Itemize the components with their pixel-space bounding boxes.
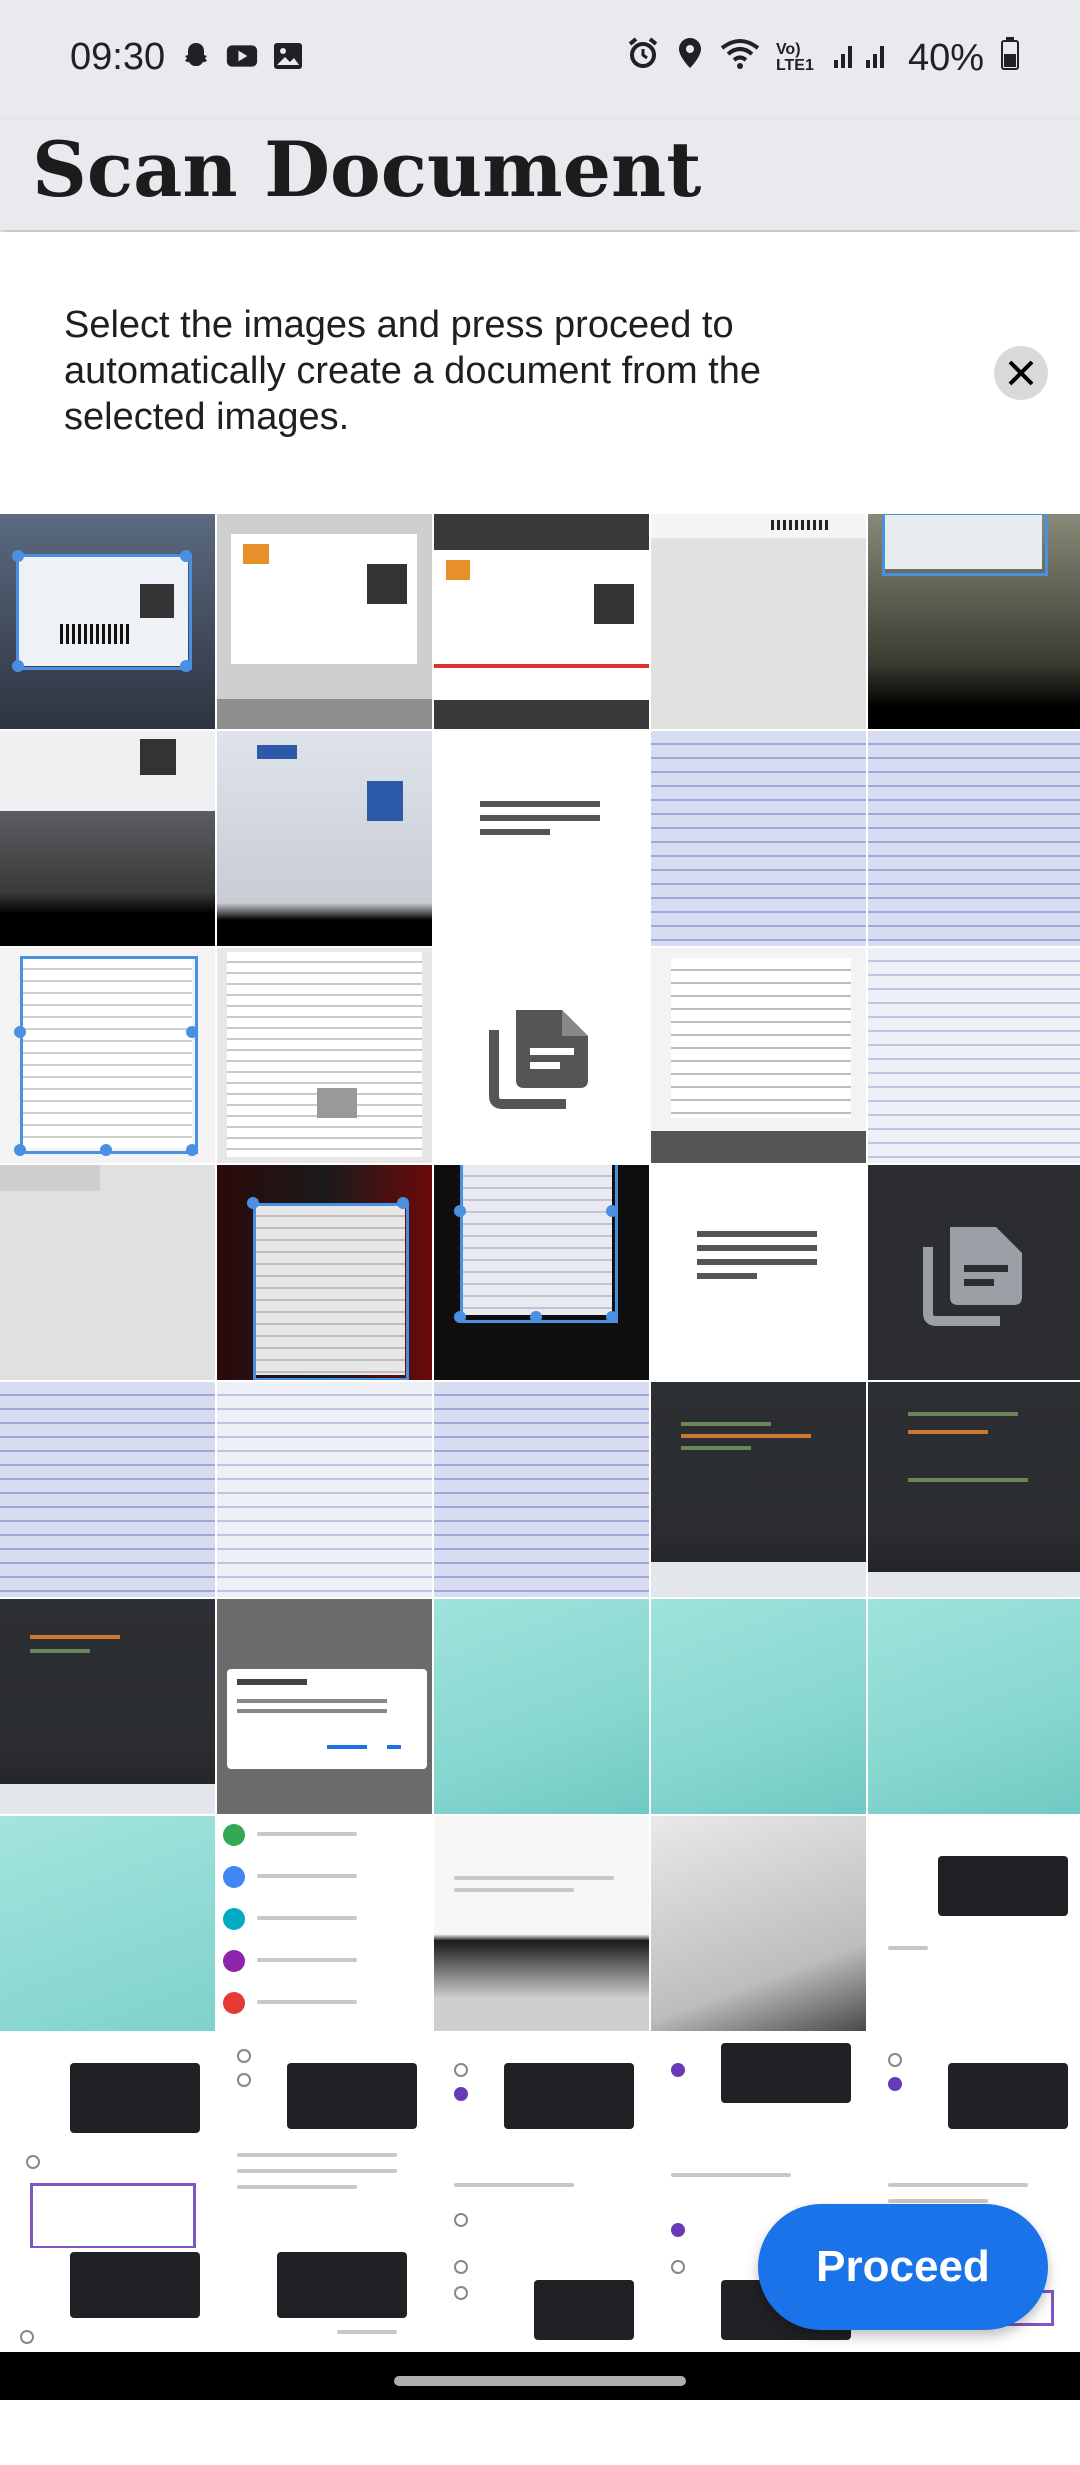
gallery-thumbnail[interactable] [868,1816,1080,2031]
app-bar: Scan Document [0,120,1080,230]
home-gesture-handle[interactable] [394,2376,686,2386]
page-title: Scan Document [32,125,702,214]
gallery-thumbnail[interactable] [0,948,215,1163]
gallery-thumbnail-placeholder[interactable] [434,948,649,1163]
gallery-thumbnail[interactable] [868,948,1080,1163]
gallery-thumbnail[interactable] [217,1165,432,1380]
gallery-thumbnail[interactable] [217,1382,432,1597]
document-icon [488,1009,588,1109]
gallery-thumbnail[interactable] [868,731,1080,946]
dismiss-banner-button[interactable] [994,346,1048,400]
status-notification-icons [180,40,304,72]
snapchat-icon [180,40,212,72]
gallery-thumbnail[interactable] [868,1599,1080,1814]
gallery-thumbnail[interactable] [434,731,649,946]
gallery-thumbnail[interactable] [434,1165,649,1380]
gallery-thumbnail[interactable] [868,514,1080,729]
network-label: Vo) LTE1 [775,41,814,74]
alarm-icon [626,36,660,80]
gallery-thumbnail[interactable] [651,731,866,946]
battery-icon [1000,36,1020,80]
signal-icon [832,37,892,80]
banner-message: Select the images and press proceed to a… [64,304,762,438]
gallery-thumbnail[interactable] [434,1816,649,2031]
gallery-thumbnail[interactable] [651,1599,866,1814]
gallery-thumbnail[interactable] [651,514,866,729]
battery-percent: 40% [907,36,984,79]
gallery-thumbnail[interactable] [217,731,432,946]
close-icon [1008,360,1034,386]
gallery-thumbnail[interactable] [651,1382,866,1597]
gallery-thumbnail[interactable] [0,1165,215,1380]
gallery-thumbnail[interactable] [217,1816,432,2031]
location-icon [676,36,704,80]
gallery-thumbnail[interactable] [0,731,215,946]
gallery-thumbnail[interactable] [651,1165,866,1380]
image-grid [0,514,1080,2465]
gallery-thumbnail[interactable] [217,948,432,1163]
gallery-thumbnail[interactable] [217,2033,432,2248]
gallery-thumbnail[interactable] [217,514,432,729]
gallery-thumbnail[interactable] [0,1382,215,1597]
gallery-thumbnail[interactable] [651,1816,866,2031]
gallery-thumbnail[interactable] [868,1382,1080,1597]
status-bar: 09:30 Vo) LTE1 40% [0,0,1080,120]
gallery-thumbnail[interactable] [0,514,215,729]
gallery-thumbnail[interactable] [651,948,866,1163]
gallery-thumbnail[interactable] [434,2033,649,2248]
gallery-thumbnail[interactable] [0,1599,215,1814]
status-time: 09:30 [70,36,166,78]
gallery-thumbnail[interactable] [434,514,649,729]
gallery-icon [272,40,304,72]
gallery-thumbnail[interactable] [217,1599,432,1814]
gallery-thumbnail[interactable] [0,1816,215,2031]
gallery-thumbnail[interactable] [434,1382,649,1597]
wifi-icon [720,37,760,80]
gallery-thumbnail-placeholder[interactable] [868,1165,1080,1380]
info-banner: Select the images and press proceed to a… [0,232,1080,512]
youtube-icon [226,40,258,72]
document-icon [922,1226,1022,1326]
gallery-thumbnail[interactable] [434,1599,649,1814]
gallery-thumbnail[interactable] [0,2033,215,2248]
status-system-icons: Vo) LTE1 40% [626,36,1020,80]
proceed-button[interactable]: Proceed [758,2204,1048,2330]
